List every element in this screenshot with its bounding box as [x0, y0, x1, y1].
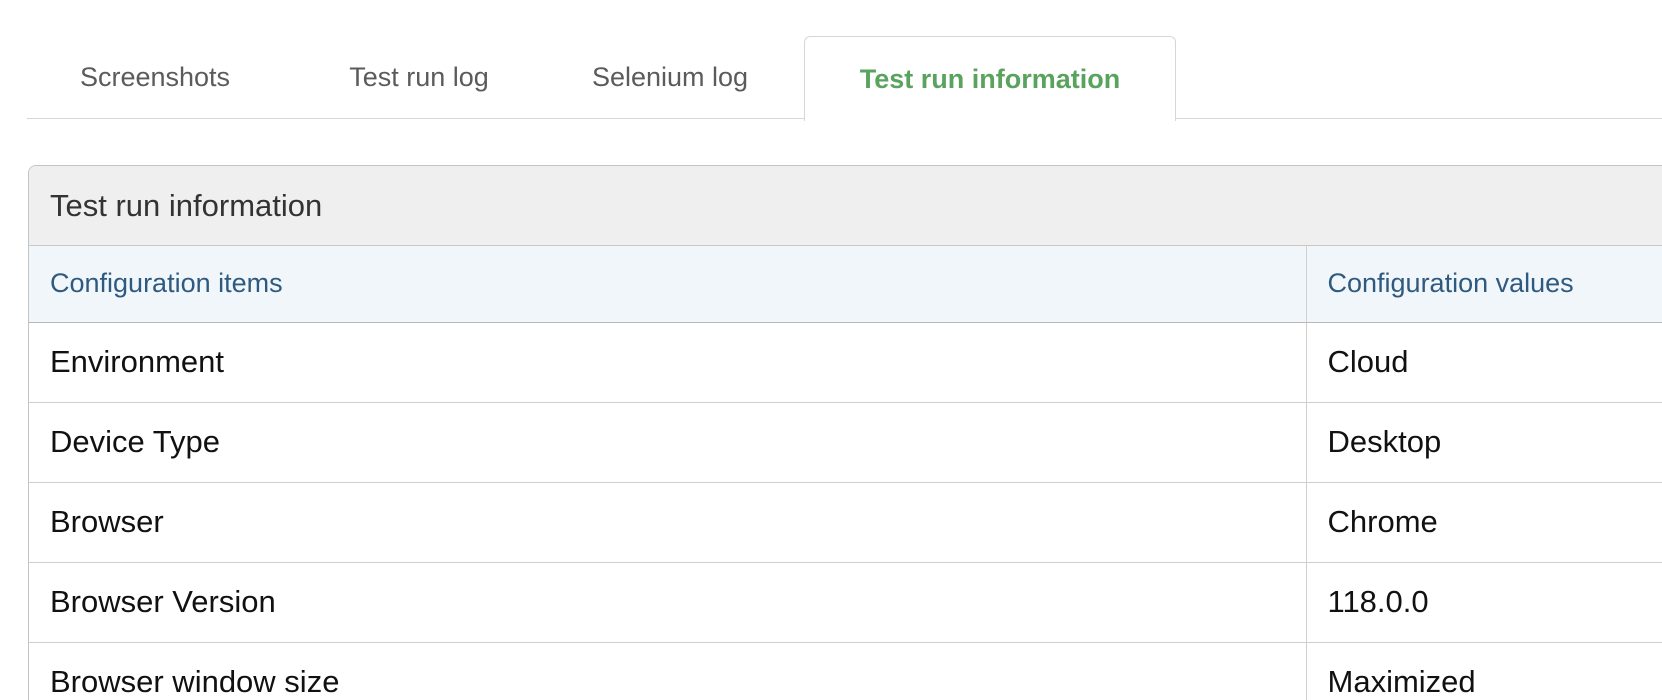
config-value-cell: Chrome: [1306, 482, 1662, 563]
configuration-table: Configuration items Configuration values…: [29, 246, 1662, 700]
table-row: Environment Cloud: [29, 322, 1662, 403]
config-item-cell: Browser window size: [29, 642, 1307, 700]
column-header-configuration-values: Configuration values: [1306, 246, 1662, 323]
config-item-cell: Device Type: [29, 402, 1307, 483]
table-row: Device Type Desktop: [29, 402, 1662, 483]
config-value-cell: 118.0.0: [1306, 562, 1662, 643]
panel-title: Test run information: [29, 166, 1662, 246]
tab-test-run-information[interactable]: Test run information: [804, 36, 1176, 121]
tab-test-run-log[interactable]: Test run log: [327, 36, 511, 119]
tab-bar: Screenshots Test run log Selenium log Te…: [27, 36, 1662, 121]
config-item-cell: Environment: [29, 322, 1307, 403]
test-run-information-panel: Test run information Configuration items…: [28, 165, 1662, 700]
table-row: Browser window size Maximized: [29, 642, 1662, 700]
table-header-row: Configuration items Configuration values: [29, 246, 1662, 323]
tab-screenshots[interactable]: Screenshots: [57, 36, 253, 119]
test-report-page: Screenshots Test run log Selenium log Te…: [0, 0, 1662, 700]
config-value-cell: Maximized: [1306, 642, 1662, 700]
config-item-cell: Browser: [29, 482, 1307, 563]
config-value-cell: Cloud: [1306, 322, 1662, 403]
table-row: Browser Version 118.0.0: [29, 562, 1662, 643]
config-value-cell: Desktop: [1306, 402, 1662, 483]
table-row: Browser Chrome: [29, 482, 1662, 563]
config-item-cell: Browser Version: [29, 562, 1307, 643]
column-header-configuration-items: Configuration items: [29, 246, 1307, 323]
tab-selenium-log[interactable]: Selenium log: [573, 36, 767, 119]
